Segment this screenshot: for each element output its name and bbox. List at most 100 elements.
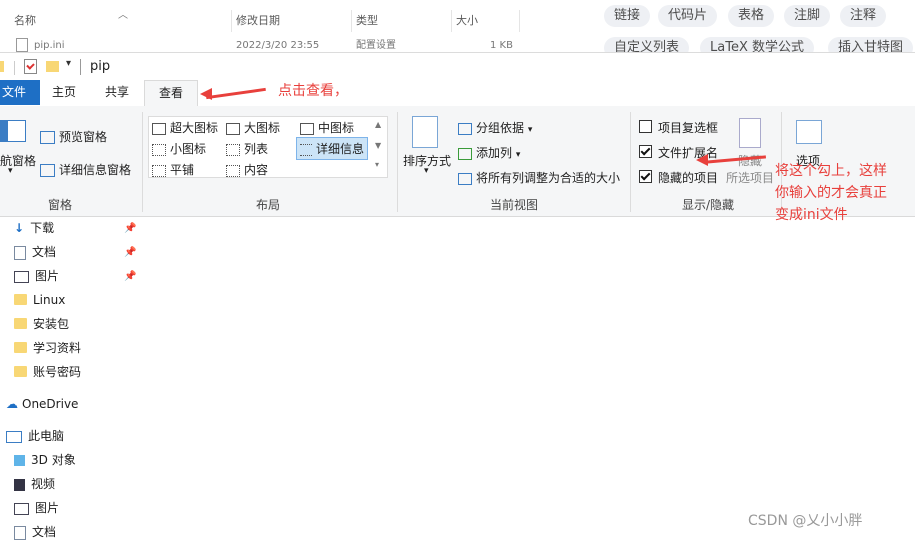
chevron-down-icon: ▾: [527, 125, 533, 135]
tag-footnote[interactable]: 注脚: [784, 5, 831, 27]
preview-pane-button[interactable]: 预览窗格: [40, 128, 107, 145]
hide-selected-icon: [739, 118, 761, 148]
nav-item-3d-objects[interactable]: 3D 对象: [14, 449, 76, 471]
nav-item-this-pc[interactable]: 此电脑: [6, 425, 64, 447]
file-extensions-checkbox[interactable]: [639, 145, 652, 158]
file-name: pip.ini: [34, 40, 65, 51]
pin-icon[interactable]: 📌: [124, 271, 136, 282]
nav-item-label: 视频: [31, 477, 56, 491]
hide-selected-label: 所选项目: [726, 171, 775, 185]
details-pane-icon: [40, 164, 55, 177]
layout-large-icons[interactable]: 大图标: [226, 119, 280, 136]
nav-item-installers[interactable]: 安装包: [14, 313, 69, 335]
gallery-scroll-down-icon[interactable]: ▼: [375, 141, 381, 150]
file-extensions-label: 文件扩展名: [658, 146, 719, 160]
layout-content[interactable]: 内容: [226, 161, 268, 178]
background-explorer-window: 名称 ︿ 修改日期 类型 大小 pip.ini 2022/3/20 23:55 …: [0, 0, 560, 52]
layout-list[interactable]: 列表: [226, 140, 268, 157]
nav-item-videos[interactable]: 视频: [14, 473, 55, 495]
hidden-items-label: 隐藏的项目: [658, 171, 719, 185]
nav-item-downloads[interactable]: ↓ 下载: [14, 217, 54, 239]
chevron-down-icon: ▾: [515, 150, 521, 160]
group-label-show-hide: 显示/隐藏: [681, 198, 735, 212]
small-icons-icon: [152, 143, 166, 156]
folder-icon: [0, 61, 4, 72]
nav-pane-button[interactable]: 航窗格: [0, 152, 36, 169]
folder-icon: [14, 294, 27, 305]
item-checkboxes-checkbox[interactable]: [639, 120, 652, 133]
nav-item-pictures-pc[interactable]: 图片: [14, 497, 59, 519]
layout-medium-icons[interactable]: 中图标: [300, 119, 354, 136]
tag-code[interactable]: 代码片: [658, 5, 718, 27]
sort-up-icon: ︿: [118, 10, 128, 21]
gallery-scroll-up-icon[interactable]: ▲: [375, 120, 381, 129]
customize-quick-access-icon[interactable]: ▾: [66, 58, 71, 69]
folder-icon: [14, 342, 27, 353]
list-label: 列表: [244, 142, 269, 156]
nav-item-label: 图片: [35, 269, 60, 283]
small-icons-label: 小图标: [170, 142, 207, 156]
group-separator: [397, 112, 398, 212]
chevron-down-icon: ▾: [8, 166, 13, 176]
video-icon: [14, 478, 25, 491]
properties-icon[interactable]: [24, 59, 37, 74]
details-pane-label: 详细信息窗格: [59, 163, 132, 177]
add-columns-button[interactable]: 添加列 ▾: [458, 144, 520, 161]
picture-icon: [14, 502, 29, 515]
pin-icon[interactable]: 📌: [124, 247, 136, 258]
tab-view[interactable]: 查看: [144, 80, 198, 107]
nav-item-documents-pc[interactable]: 文档: [14, 521, 56, 543]
nav-item-label: Linux: [33, 293, 66, 307]
explorer-titlebar: ▾ pip: [0, 52, 915, 81]
ribbon-tabs: 文件 主页 共享 查看: [0, 80, 915, 107]
nav-item-label: OneDrive: [22, 397, 79, 411]
preview-pane-icon: [40, 131, 55, 144]
layout-tiles[interactable]: 平铺: [152, 161, 194, 178]
annotation-check-note: 将这个勾上，这样 你输入的才会真正 变成ini文件: [775, 160, 887, 226]
nav-item-label: 此电脑: [28, 429, 65, 443]
navigation-pane: ↓ 下载 📌 文档 📌 图片 📌 Linux 安装包 学习资料 账号密码 ☁ One…: [0, 217, 140, 540]
column-header-type[interactable]: 类型: [352, 10, 452, 32]
details-icon: [300, 143, 312, 156]
tab-share[interactable]: 共享: [96, 80, 138, 105]
large-icons-icon: [226, 122, 240, 135]
layout-extra-large-icons[interactable]: 超大图标: [152, 119, 218, 136]
hidden-items-checkbox[interactable]: [639, 170, 652, 183]
layout-details[interactable]: 详细信息: [296, 137, 369, 160]
content-icon: [226, 164, 240, 177]
details-label: 详细信息: [316, 142, 365, 156]
nav-item-label: 文档: [32, 245, 57, 259]
nav-item-label: 学习资料: [33, 341, 82, 355]
medium-icons-icon: [300, 122, 314, 135]
nav-item-study[interactable]: 学习资料: [14, 337, 81, 359]
pin-icon[interactable]: 📌: [124, 223, 136, 234]
new-folder-icon[interactable]: [46, 61, 59, 72]
gallery-expand-icon[interactable]: ▾: [375, 160, 379, 169]
group-by-button[interactable]: 分组依据 ▾: [458, 119, 532, 136]
size-all-columns-button[interactable]: 将所有列调整为合适的大小: [458, 169, 620, 186]
nav-pane-icon: [0, 120, 26, 142]
group-label-layout: 布局: [255, 198, 280, 212]
tag-table[interactable]: 表格: [728, 5, 775, 27]
tab-file[interactable]: 文件: [0, 80, 40, 105]
download-arrow-icon: ↓: [14, 221, 25, 235]
column-header-size[interactable]: 大小: [452, 10, 520, 32]
column-header-date[interactable]: 修改日期: [232, 10, 352, 32]
add-columns-icon: [458, 147, 472, 160]
document-icon: [14, 525, 26, 540]
group-label-current-view: 当前视图: [489, 198, 538, 212]
tag-comment[interactable]: 注释: [840, 5, 887, 27]
nav-item-pictures[interactable]: 图片: [14, 265, 59, 287]
tag-link[interactable]: 链接: [604, 5, 651, 27]
group-separator: [630, 112, 631, 212]
add-columns-label: 添加列: [476, 146, 513, 160]
nav-item-linux[interactable]: Linux: [14, 289, 65, 311]
nav-item-onedrive[interactable]: ☁ OneDrive: [6, 393, 78, 415]
tab-home[interactable]: 主页: [44, 80, 84, 105]
content-label: 内容: [244, 163, 269, 177]
details-pane-button[interactable]: 详细信息窗格: [40, 161, 131, 178]
nav-item-accounts[interactable]: 账号密码: [14, 361, 81, 383]
nav-item-documents[interactable]: 文档: [14, 241, 56, 263]
layout-small-icons[interactable]: 小图标: [152, 140, 206, 157]
folder-icon: [14, 318, 27, 329]
